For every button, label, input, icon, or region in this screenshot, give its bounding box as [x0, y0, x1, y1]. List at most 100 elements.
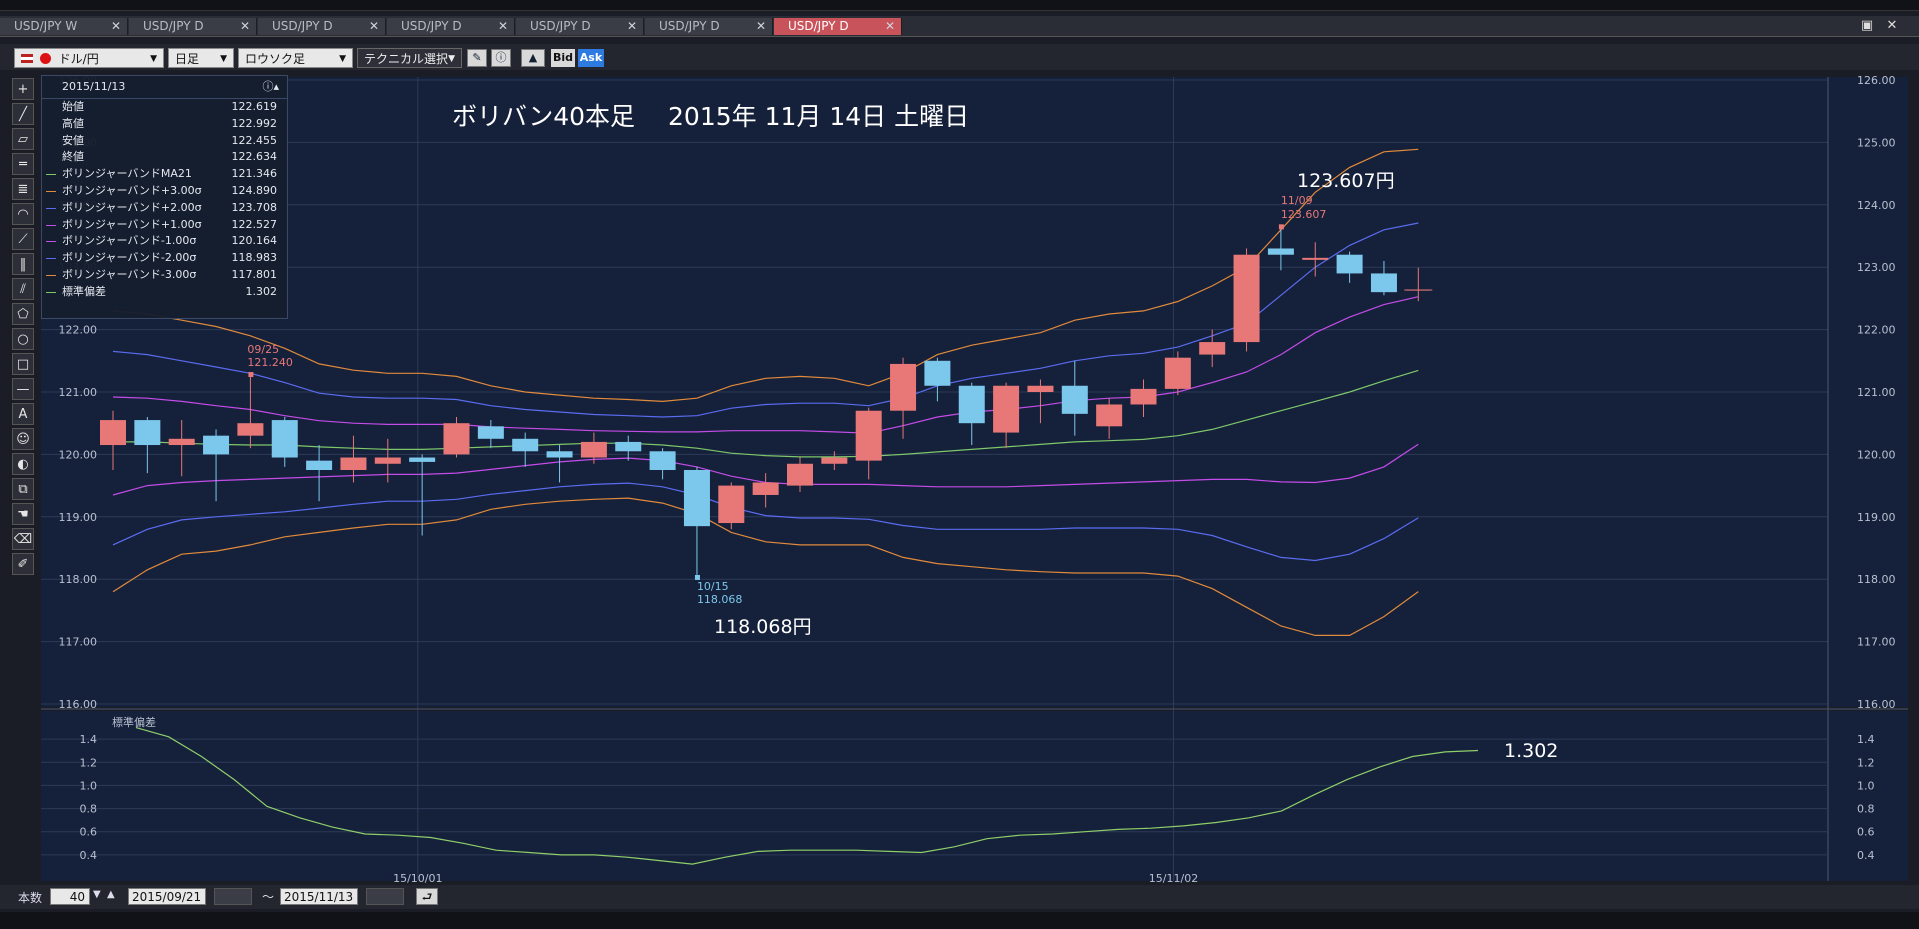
info-row: ボリンジャーバンド-1.00σ 120.164 [42, 233, 287, 250]
series-swatch [46, 274, 56, 276]
mark-marker [248, 372, 254, 378]
candle-body [787, 463, 813, 486]
y-tick-label-left: 121.00 [59, 386, 98, 399]
mark-date-label: 09/25 [247, 343, 279, 356]
sub-y-tick-label: 0.6 [1857, 826, 1875, 839]
candle-body [821, 457, 848, 464]
x-tick-label: 15/11/02 [1149, 872, 1198, 885]
low-value-label: 118.068 [697, 593, 743, 606]
high-value-label: 123.607 [1281, 208, 1327, 221]
info-row: ボリンジャーバンド+1.00σ 122.527 [42, 217, 287, 234]
info-toggle-icon[interactable]: ⓘ▴ [262, 76, 279, 98]
info-row: ボリンジャーバンド+2.00σ 123.708 [42, 200, 287, 217]
sub-y-tick-label-left: 1.2 [80, 756, 98, 769]
count-label: 本数 [18, 891, 43, 905]
count-up-icon[interactable]: ▲ [107, 889, 115, 900]
y-tick-label-left: 122.00 [59, 324, 98, 337]
range-bar: 本数 40 ▼ ▲ 2015/09/21 ～ 2015/11/13 ⮐ [0, 885, 1919, 909]
info-row-value: 122.619 [231, 100, 278, 113]
info-row: 安値 122.455 [42, 133, 287, 150]
info-row-label: ボリンジャーバンド-1.00σ [62, 234, 197, 248]
sub-y-tick-label-left: 0.6 [80, 826, 98, 839]
series-swatch [46, 207, 56, 209]
count-input[interactable]: 40 [50, 888, 90, 905]
sub-y-tick-label: 1.0 [1857, 779, 1875, 792]
info-row: ボリンジャーバンドMA21 121.346 [42, 166, 287, 183]
high-price-annotation: 123.607円 [1297, 170, 1395, 192]
mark-value-label: 121.240 [247, 356, 293, 369]
info-row: ボリンジャーバンド-2.00σ 118.983 [42, 250, 287, 267]
candle-body [271, 420, 298, 458]
y-tick-label-left: 117.00 [59, 636, 98, 649]
to-date-input[interactable]: 2015/11/13 [280, 888, 358, 905]
info-row-label: ボリンジャーバンド+2.00σ [62, 200, 202, 214]
return-icon[interactable]: ⮐ [416, 888, 438, 905]
series-swatch [46, 241, 56, 243]
count-down-icon[interactable]: ▼ [93, 889, 101, 900]
candle-body [1336, 254, 1363, 274]
series-swatch [46, 258, 56, 260]
info-row-label: 終値 [62, 150, 84, 164]
series-swatch [46, 174, 56, 176]
candle-body [134, 420, 161, 446]
candle-body [477, 426, 504, 439]
to-time-input[interactable] [366, 888, 404, 905]
info-row: ボリンジャーバンド+3.00σ 124.890 [42, 183, 287, 200]
candle-body [237, 423, 264, 436]
sub-y-tick-label: 1.2 [1857, 756, 1875, 769]
candle-body [1370, 273, 1397, 293]
info-row-label: 安値 [62, 133, 84, 147]
y-tick-label-left: 120.00 [59, 448, 98, 461]
candle-body [1199, 342, 1226, 355]
from-date-input[interactable]: 2015/09/21 [128, 888, 206, 905]
candle-body [615, 441, 642, 452]
x-tick-label: 15/10/01 [393, 872, 442, 885]
y-tick-label-left: 119.00 [59, 511, 98, 524]
info-row-label: ボリンジャーバンド-2.00σ [62, 251, 197, 265]
info-row-value: 122.455 [231, 133, 278, 147]
y-tick-label: 116.00 [1857, 698, 1896, 711]
chart-title-annotation: ボリバン40本足 2015年 11月 14日 土曜日 [452, 102, 970, 131]
y-tick-label: 124.00 [1857, 199, 1896, 212]
candle-body [649, 451, 676, 470]
info-row-value: 122.634 [231, 150, 278, 164]
sub-y-tick-label-left: 0.4 [80, 849, 98, 862]
ohlc-info-panel[interactable]: 2015/11/13 ⓘ▴ 始値 122.619 高値 122.992 安値 122.45… [41, 75, 288, 319]
from-time-input[interactable] [214, 888, 252, 905]
sub-y-tick-label: 0.4 [1857, 849, 1875, 862]
range-separator: ～ [262, 890, 275, 904]
candle-body [374, 457, 401, 464]
candle-body [890, 363, 917, 411]
candle-body [718, 485, 745, 524]
candle-body [168, 438, 195, 446]
y-tick-label: 120.00 [1857, 448, 1896, 461]
sub-y-tick-label: 0.8 [1857, 803, 1875, 816]
high-marker [1278, 224, 1284, 230]
high-date-label: 11/09 [1281, 194, 1313, 207]
candle-body [993, 385, 1020, 433]
info-row-label: ボリンジャーバンド+1.00σ [62, 217, 202, 231]
series-swatch [46, 190, 56, 192]
info-row-value: 123.708 [231, 200, 278, 214]
y-tick-label: 119.00 [1857, 511, 1896, 524]
info-row: 始値 122.619 [42, 99, 287, 116]
info-row-value: 1.302 [245, 284, 278, 298]
y-tick-label-left: 118.00 [59, 573, 98, 586]
candle-body [1267, 248, 1294, 255]
sub-y-tick-label-left: 0.8 [80, 803, 98, 816]
info-row-label: ボリンジャーバンドMA21 [62, 167, 192, 181]
sub-y-tick-label: 1.4 [1857, 733, 1875, 746]
candle-body [1130, 388, 1157, 405]
y-tick-label: 125.00 [1857, 136, 1896, 149]
candle-body [306, 460, 333, 470]
info-row-label: ボリンジャーバンド-3.00σ [62, 267, 197, 281]
low-price-annotation: 118.068円 [714, 616, 812, 638]
info-row-label: 始値 [62, 100, 84, 113]
status-bar [0, 912, 1919, 929]
candle-body [546, 451, 573, 458]
y-tick-label: 117.00 [1857, 636, 1896, 649]
candle-body [1233, 254, 1260, 343]
info-row-value: 122.992 [231, 116, 278, 130]
info-panel-date: 2015/11/13 [62, 80, 126, 93]
info-row-value: 118.983 [231, 251, 278, 265]
